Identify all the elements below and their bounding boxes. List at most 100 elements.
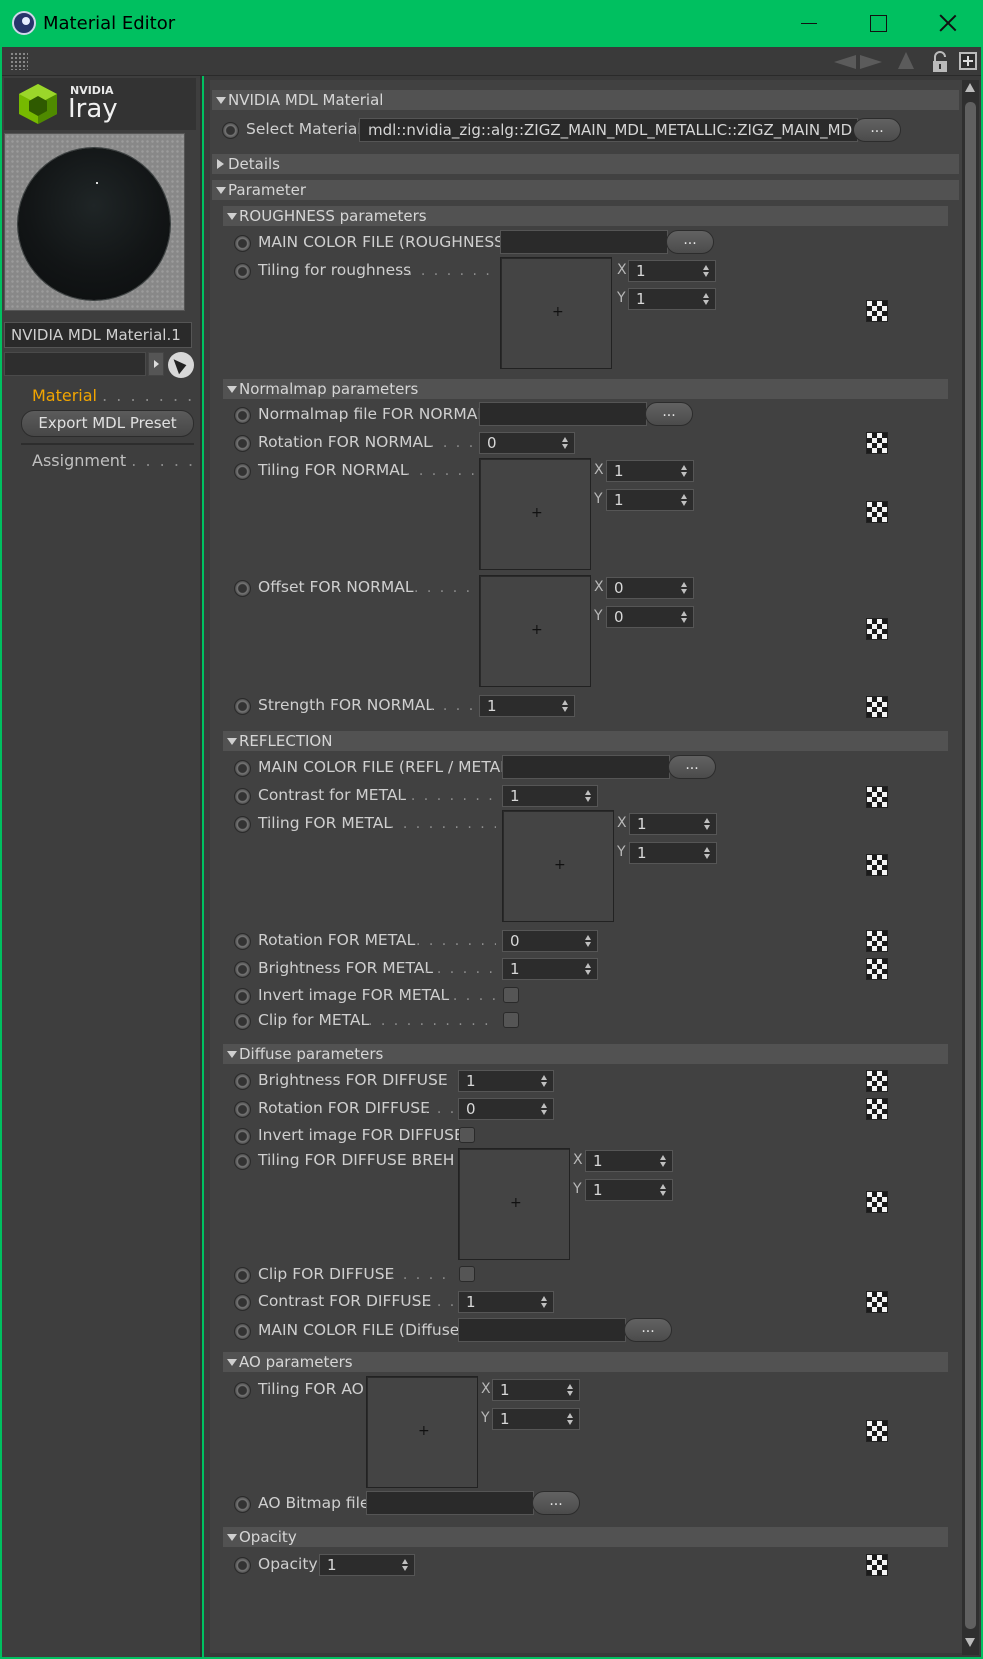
spinner-icon[interactable] <box>585 935 592 947</box>
spinner-icon[interactable] <box>681 465 688 477</box>
param-radio[interactable] <box>234 1382 251 1399</box>
texture-checker-icon[interactable] <box>866 696 888 718</box>
nav-assignment[interactable]: Assignment . . . . . . . <box>32 451 192 470</box>
roughness-file-field[interactable] <box>500 230 668 254</box>
group-ao[interactable]: AO parameters <box>223 1352 948 1372</box>
spinner-icon[interactable] <box>585 790 592 802</box>
normal-tiling-x-field[interactable]: 1 <box>606 460 694 482</box>
normal-file-browse-button[interactable]: ... <box>645 402 693 426</box>
texture-checker-icon[interactable] <box>866 1070 888 1092</box>
spinner-icon[interactable] <box>681 494 688 506</box>
param-radio[interactable] <box>234 988 251 1005</box>
param-radio[interactable] <box>234 961 251 978</box>
nav-material[interactable]: Material . . . . . . . . . <box>32 386 192 405</box>
param-radio[interactable] <box>234 1153 251 1170</box>
material-name-field[interactable]: NVIDIA MDL Material.1 <box>4 322 192 348</box>
param-radio[interactable] <box>234 1013 251 1030</box>
opacity-field[interactable]: 1 <box>319 1554 415 1576</box>
maximize-button[interactable] <box>843 0 913 47</box>
group-parameter[interactable]: Parameter <box>212 180 959 200</box>
vertical-scrollbar[interactable] <box>962 80 979 1655</box>
diffuse-tiling-y-field[interactable]: 1 <box>585 1179 673 1201</box>
metal-file-field[interactable] <box>502 755 670 779</box>
grip-icon[interactable] <box>10 52 28 70</box>
normal-tiling-y-field[interactable]: 1 <box>606 489 694 511</box>
select-material-field[interactable]: mdl::nvidia_zig::alg::ZIGZ_MAIN_MDL_META… <box>359 118 858 142</box>
metal-invert-checkbox[interactable] <box>503 987 519 1003</box>
param-radio[interactable] <box>234 235 251 252</box>
texture-checker-icon[interactable] <box>866 618 888 640</box>
normal-strength-field[interactable]: 1 <box>479 695 575 717</box>
param-radio[interactable] <box>234 1101 251 1118</box>
spinner-icon[interactable] <box>660 1184 667 1196</box>
param-radio[interactable] <box>234 407 251 424</box>
param-radio[interactable] <box>234 1267 251 1284</box>
ao-file-browse-button[interactable]: ... <box>532 1491 580 1515</box>
texture-checker-icon[interactable] <box>866 1554 888 1576</box>
scroll-up-icon[interactable] <box>965 83 975 92</box>
texture-checker-icon[interactable] <box>866 1291 888 1313</box>
ao-tiling-y-field[interactable]: 1 <box>492 1408 580 1430</box>
metal-tiling-x-field[interactable]: 1 <box>629 813 717 835</box>
param-radio[interactable] <box>234 435 251 452</box>
spinner-icon[interactable] <box>681 582 688 594</box>
normal-offset-x-field[interactable]: 0 <box>606 577 694 599</box>
spinner-icon[interactable] <box>585 963 592 975</box>
scroll-down-icon[interactable] <box>965 1638 975 1647</box>
filter-input[interactable] <box>4 352 146 376</box>
metal-clip-checkbox[interactable] <box>503 1012 519 1028</box>
spinner-icon[interactable] <box>704 847 711 859</box>
texture-checker-icon[interactable] <box>866 1420 888 1442</box>
texture-checker-icon[interactable] <box>866 432 888 454</box>
export-mdl-preset-button[interactable]: Export MDL Preset <box>21 410 194 437</box>
group-roughness[interactable]: ROUGHNESS parameters <box>223 206 948 226</box>
select-material-radio[interactable] <box>222 122 239 139</box>
texture-checker-icon[interactable] <box>866 958 888 980</box>
metal-brightness-field[interactable]: 1 <box>502 958 598 980</box>
normal-offset-y-field[interactable]: 0 <box>606 606 694 628</box>
ao-tiling-x-field[interactable]: 1 <box>492 1379 580 1401</box>
diffuse-clip-checkbox[interactable] <box>459 1266 475 1282</box>
spinner-icon[interactable] <box>703 265 710 277</box>
param-radio[interactable] <box>234 1128 251 1145</box>
close-button[interactable] <box>913 0 983 47</box>
param-radio[interactable] <box>234 580 251 597</box>
spinner-icon[interactable] <box>660 1155 667 1167</box>
group-normalmap[interactable]: Normalmap parameters <box>223 379 948 399</box>
texture-checker-icon[interactable] <box>866 786 888 808</box>
texture-checker-icon[interactable] <box>866 501 888 523</box>
texture-checker-icon[interactable] <box>866 1191 888 1213</box>
scrollbar-thumb[interactable] <box>965 102 976 1629</box>
diffuse-invert-checkbox[interactable] <box>459 1127 475 1143</box>
param-radio[interactable] <box>234 933 251 950</box>
diffuse-tiling-x-field[interactable]: 1 <box>585 1150 673 1172</box>
param-radio[interactable] <box>234 788 251 805</box>
ao-file-field[interactable] <box>366 1491 534 1515</box>
param-radio[interactable] <box>234 263 251 280</box>
metal-file-browse-button[interactable]: ... <box>668 755 716 779</box>
roughness-tiling-vector-pad[interactable]: + <box>500 257 612 369</box>
filter-arrow-icon[interactable] <box>148 352 164 376</box>
metal-contrast-field[interactable]: 1 <box>502 785 598 807</box>
normal-file-field[interactable] <box>479 402 647 426</box>
pointer-pick-icon[interactable] <box>168 352 194 378</box>
spinner-icon[interactable] <box>703 293 710 305</box>
spinner-icon[interactable] <box>681 611 688 623</box>
diffuse-file-browse-button[interactable]: ... <box>624 1318 672 1342</box>
texture-checker-icon[interactable] <box>866 300 888 322</box>
group-diffuse[interactable]: Diffuse parameters <box>223 1044 948 1064</box>
nav-arrows-icon[interactable] <box>832 53 884 71</box>
spinner-icon[interactable] <box>541 1296 548 1308</box>
diffuse-rotation-field[interactable]: 0 <box>458 1098 554 1120</box>
param-radio[interactable] <box>234 1557 251 1574</box>
normal-tiling-vector-pad[interactable]: + <box>479 458 591 570</box>
group-details[interactable]: Details <box>212 154 959 174</box>
diffuse-contrast-field[interactable]: 1 <box>458 1291 554 1313</box>
roughness-tiling-x-field[interactable]: 1 <box>628 260 716 282</box>
texture-checker-icon[interactable] <box>866 1098 888 1120</box>
texture-checker-icon[interactable] <box>866 930 888 952</box>
param-radio[interactable] <box>234 1496 251 1513</box>
metal-tiling-y-field[interactable]: 1 <box>629 842 717 864</box>
spinner-icon[interactable] <box>541 1075 548 1087</box>
new-window-icon[interactable] <box>959 52 977 70</box>
